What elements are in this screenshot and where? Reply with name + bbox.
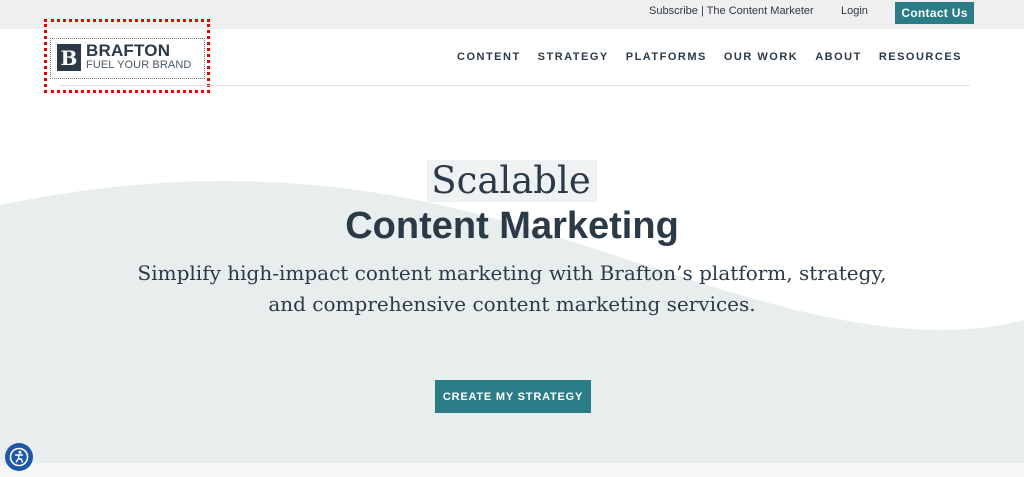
brafton-logo-icon: B — [57, 44, 81, 71]
hero-subtitle-line-1: Simplify high-impact content marketing w… — [137, 261, 887, 285]
accessibility-icon — [9, 447, 29, 467]
nav-item-our-work[interactable]: OUR WORK — [724, 51, 798, 63]
subscribe-link[interactable]: Subscribe | The Content Marketer — [649, 5, 814, 17]
main-nav: CONTENT STRATEGY PLATFORMS OUR WORK ABOU… — [457, 51, 962, 63]
contact-us-button[interactable]: Contact Us — [895, 2, 974, 24]
create-strategy-button[interactable]: CREATE MY STRATEGY — [435, 380, 591, 413]
section-bottom-band — [0, 463, 1024, 477]
nav-item-content[interactable]: CONTENT — [457, 51, 521, 63]
accessibility-button[interactable] — [5, 443, 33, 471]
nav-item-platforms[interactable]: PLATFORMS — [626, 51, 707, 63]
nav-item-about[interactable]: ABOUT — [815, 51, 862, 63]
login-link[interactable]: Login — [841, 5, 868, 17]
hero-title: Content Marketing — [345, 205, 679, 247]
nav-divider — [60, 85, 970, 86]
logo-tagline: FUEL YOUR BRAND — [86, 59, 192, 71]
nav-item-resources[interactable]: RESOURCES — [879, 51, 962, 63]
hero-eyebrow-text: Scalable — [427, 160, 597, 202]
nav-item-strategy[interactable]: STRATEGY — [538, 51, 609, 63]
hero-subtitle-line-2: and comprehensive content marketing serv… — [268, 292, 756, 316]
hero-subtitle: Simplify high-impact content marketing w… — [110, 258, 914, 320]
hero-eyebrow: Scalable — [0, 160, 1024, 202]
logo-name: BRAFTON — [86, 41, 171, 60]
